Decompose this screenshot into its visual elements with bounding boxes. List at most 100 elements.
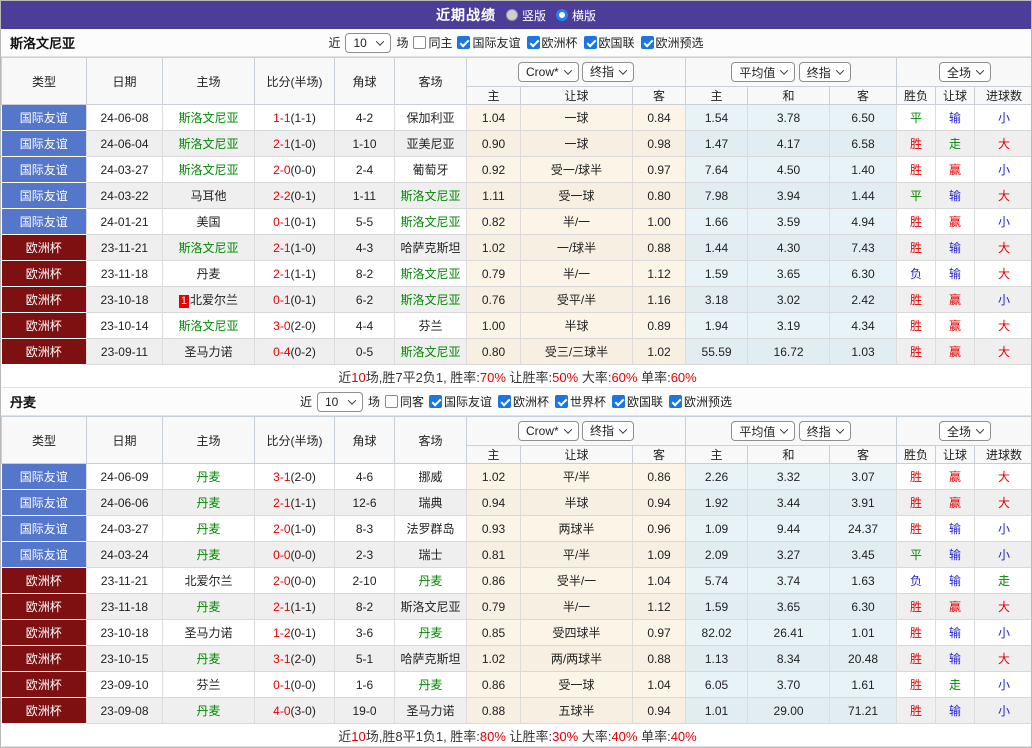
competition-badge: 国际友谊 (1, 463, 87, 490)
half-time-score: (2-0) (290, 318, 316, 333)
checkbox-checked-icon[interactable] (457, 36, 471, 49)
match-row: 欧洲杯 23-11-18 丹麦 2-1(1-1) 8-2 斯洛文尼亚 0.79 … (1, 260, 1031, 287)
average-odds-group-header: 平均值 终指 (685, 57, 898, 87)
league-filter[interactable]: 欧洲杯 (498, 393, 549, 410)
odds-company-select[interactable]: Crow* (518, 421, 579, 442)
avg-home-odds: 2.09 (685, 541, 749, 568)
avg-away-odds: 1.40 (829, 156, 898, 183)
full-time-score: 0-1 (273, 292, 291, 307)
league-filter-label: 欧国联 (598, 36, 635, 50)
home-team-cell: 斯洛文尼亚 (162, 104, 255, 131)
league-filter[interactable]: 欧国联 (612, 393, 663, 410)
avg-away-odds: 6.30 (829, 593, 898, 620)
full-time-score: 1-2 (273, 625, 291, 640)
final-odds-select[interactable]: 终指 (582, 420, 635, 441)
league-filter[interactable]: 欧洲杯 (526, 34, 578, 51)
win-draw-loss-result: 胜 (896, 697, 937, 724)
crow-away-odds: 0.80 (632, 182, 687, 209)
matches-label: 场 (367, 395, 380, 409)
odds-company-select[interactable]: Crow* (518, 62, 579, 83)
summary-text: 近10场,胜8平1负1, 胜率:80% 让胜率:30% 大率:40% 单率:40… (1, 723, 1031, 747)
goals-result: 大 (974, 593, 1031, 620)
checkbox-checked-icon[interactable] (612, 395, 626, 408)
competition-badge: 欧洲杯 (1, 567, 87, 594)
checkbox-checked-icon[interactable] (583, 36, 597, 49)
same-venue-filter[interactable]: 同主 (413, 34, 452, 51)
chevron-down-icon (780, 425, 789, 434)
half-time-score: (1-1) (290, 495, 316, 510)
league-filter[interactable]: 欧国联 (583, 34, 635, 51)
handicap-line: 半/一 (520, 208, 633, 235)
match-date: 23-09-10 (86, 671, 163, 698)
radio-unchecked-icon[interactable] (505, 9, 518, 21)
full-match-select[interactable]: 全场 (939, 62, 992, 82)
col-header-score: 比分(半场) (254, 416, 335, 464)
crow-home-odds: 0.85 (466, 619, 521, 646)
avg-home-odds: 55.59 (685, 338, 749, 365)
goals-result: 小 (974, 697, 1031, 724)
final-odds-select-2[interactable]: 终指 (798, 62, 851, 82)
crow-home-odds: 0.86 (466, 671, 521, 698)
match-row: 国际友谊 24-06-09 丹麦 3-1(2-0) 4-6 挪威 1.02 平/… (1, 463, 1031, 490)
league-filter[interactable]: 世界杯 (555, 393, 606, 410)
average-odds-select[interactable]: 平均值 (731, 62, 796, 82)
match-count-select[interactable]: 10 (345, 32, 392, 53)
layout-option-vertical[interactable]: 竖版 (505, 7, 546, 24)
goals-result: 走 (974, 567, 1031, 594)
goals-result: 小 (974, 156, 1031, 183)
crow-away-odds: 1.02 (632, 338, 687, 365)
home-team-cell: 芬兰 (162, 671, 255, 698)
match-count-select[interactable]: 10 (316, 391, 363, 412)
avg-draw-odds: 4.30 (747, 234, 831, 261)
full-match-select[interactable]: 全场 (939, 421, 992, 441)
avg-away-odds: 24.37 (829, 515, 898, 542)
checkbox-checked-icon[interactable] (640, 36, 654, 49)
competition-badge: 国际友谊 (1, 156, 87, 183)
checkbox-unchecked-icon[interactable] (413, 36, 427, 49)
crow-home-odds: 0.93 (466, 515, 521, 542)
checkbox-checked-icon[interactable] (526, 36, 540, 49)
handicap-result: 赢 (935, 286, 976, 313)
final-odds-select-2[interactable]: 终指 (798, 421, 851, 441)
summary-segment: 50% (552, 369, 579, 385)
away-team: 丹麦 (418, 574, 443, 588)
checkbox-unchecked-icon[interactable] (384, 395, 398, 408)
avg-away-odds: 1.44 (829, 182, 898, 209)
average-odds-value: 平均值 (739, 424, 776, 439)
league-filter[interactable]: 国际友谊 (428, 393, 492, 410)
handicap-line: 受四球半 (520, 619, 633, 646)
layout-option-horizontal[interactable]: 横版 (556, 7, 596, 24)
match-row: 欧洲杯 23-10-14 斯洛文尼亚 3-0(2-0) 4-4 芬兰 1.00 … (1, 312, 1031, 339)
handicap-result: 赢 (935, 312, 976, 339)
corner-count: 19-0 (334, 697, 395, 724)
league-filter[interactable]: 国际友谊 (457, 34, 521, 51)
checkbox-checked-icon[interactable] (555, 395, 569, 408)
full-time-score: 3-0 (273, 318, 291, 333)
half-time-score: (0-2) (290, 344, 316, 359)
crow-home-odds: 1.04 (466, 104, 521, 131)
summary-segment: 40% (611, 728, 638, 744)
average-odds-select[interactable]: 平均值 (731, 421, 796, 441)
away-team-cell: 亚美尼亚 (394, 130, 467, 157)
corner-count: 4-2 (334, 104, 395, 131)
crow-home-odds: 0.76 (466, 286, 521, 313)
same-venue-filter[interactable]: 同客 (384, 393, 424, 410)
avg-away-odds: 3.07 (829, 463, 898, 490)
away-team-cell: 法罗群岛 (394, 515, 467, 542)
handicap-line: 受平/半 (520, 286, 633, 313)
handicap-line: 平/半 (520, 541, 633, 568)
final-odds-select[interactable]: 终指 (582, 61, 635, 82)
league-filter[interactable]: 欧洲预选 (669, 393, 732, 410)
handicap-result: 赢 (935, 208, 976, 235)
checkbox-checked-icon[interactable] (669, 395, 683, 408)
filter-controls: 近 10 场 同客 国际友谊 欧洲杯 世界杯 欧国联 欧洲预选 (300, 391, 732, 412)
checkbox-checked-icon[interactable] (498, 395, 511, 408)
radio-checked-icon[interactable] (556, 9, 568, 21)
home-team-cell: 圣马力诺 (162, 338, 255, 365)
avg-draw-odds: 29.00 (747, 697, 831, 724)
score-cell: 2-0(0-0) (254, 567, 335, 594)
league-filter[interactable]: 欧洲预选 (640, 34, 704, 51)
competition-badge: 欧洲杯 (1, 645, 87, 672)
checkbox-checked-icon[interactable] (428, 395, 442, 408)
league-filter-label: 欧国联 (627, 395, 664, 409)
